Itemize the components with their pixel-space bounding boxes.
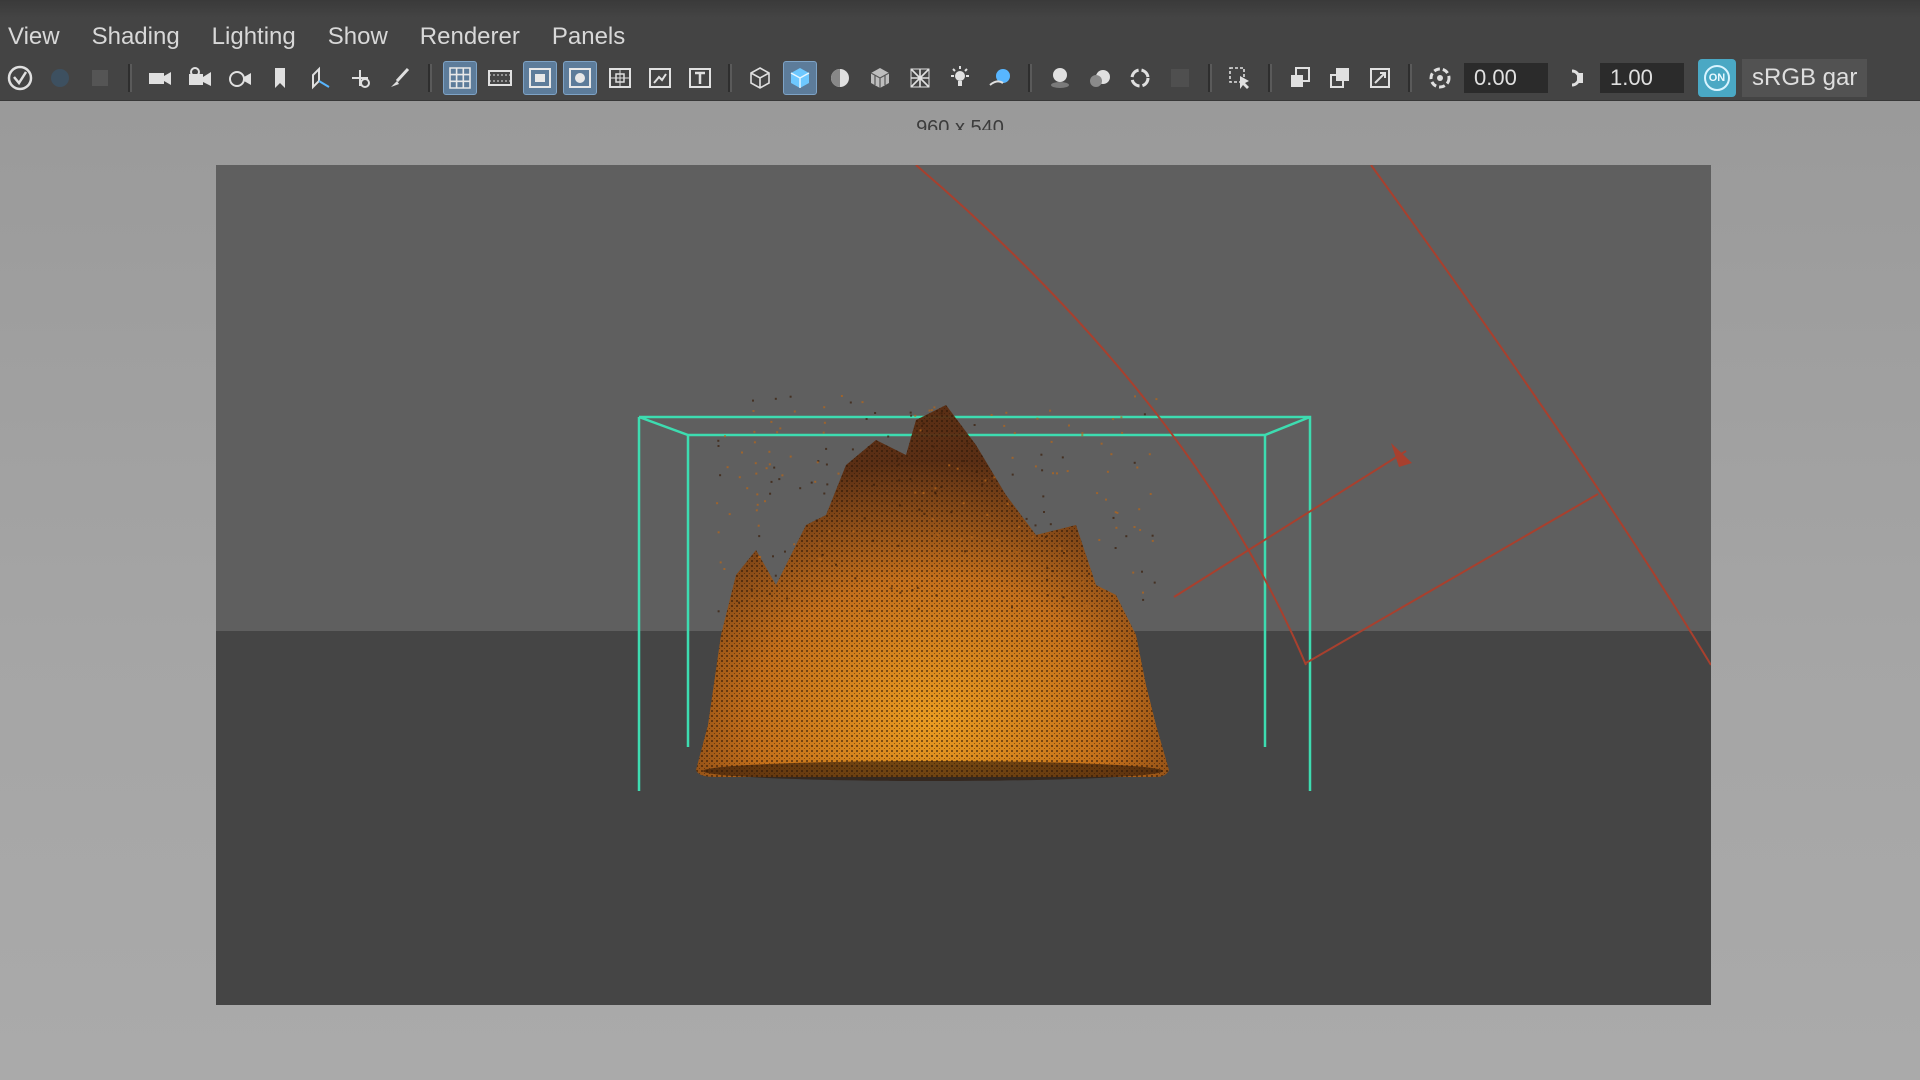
menu-lighting[interactable]: Lighting [204, 18, 312, 56]
isolate-select-icon[interactable] [1223, 61, 1257, 95]
safe-action-icon[interactable] [643, 61, 677, 95]
gamma-field[interactable]: 1.00 [1600, 63, 1684, 93]
panel-toolbar: 0.00 1.00 ON sRGB gar [0, 56, 1920, 101]
resolution-gate-view[interactable] [216, 165, 1711, 1005]
resolution-gate-icon[interactable] [523, 61, 557, 95]
wireframe-on-shaded-icon[interactable] [863, 61, 897, 95]
camera-attributes-icon[interactable] [183, 61, 217, 95]
field-chart-icon[interactable] [603, 61, 637, 95]
panel-title-strip [0, 0, 1920, 19]
menu-show[interactable]: Show [320, 18, 404, 56]
screen-space-ao-icon[interactable] [1043, 61, 1077, 95]
menu-shading[interactable]: Shading [84, 18, 196, 56]
use-default-material-icon[interactable] [823, 61, 857, 95]
motion-blur-icon[interactable] [1083, 61, 1117, 95]
panel-menubar: View Shading Lighting Show Renderer Pane… [0, 18, 1920, 56]
gate-mask-icon[interactable] [563, 61, 597, 95]
bookmark-icon[interactable] [263, 61, 297, 95]
anti-aliasing-icon[interactable] [1123, 61, 1157, 95]
xray-active-components-icon[interactable] [1323, 61, 1357, 95]
toolbar-separator [1268, 64, 1272, 92]
paint-brush-icon[interactable] [383, 61, 417, 95]
gamma-icon[interactable] [1559, 61, 1593, 95]
exposure-field[interactable]: 0.00 [1464, 63, 1548, 93]
resolution-label: 960 x 540 [916, 117, 1004, 130]
toolbar-separator [128, 64, 132, 92]
color-management-toggle[interactable]: ON [1698, 59, 1736, 97]
color-management-badge: ON [1704, 65, 1730, 91]
toolbar-separator [1208, 64, 1212, 92]
camera-icon[interactable] [143, 61, 177, 95]
safe-title-icon[interactable] [683, 61, 717, 95]
select-camera-icon[interactable] [3, 61, 37, 95]
exposure-icon[interactable] [1423, 61, 1457, 95]
smooth-shade-icon[interactable] [783, 61, 817, 95]
view-transform-dropdown[interactable]: sRGB gar [1742, 59, 1868, 97]
menu-view[interactable]: View [0, 18, 76, 56]
image-plane-icon[interactable] [223, 61, 257, 95]
film-gate-icon[interactable] [483, 61, 517, 95]
shadows-icon[interactable] [983, 61, 1017, 95]
grid-icon[interactable] [443, 61, 477, 95]
depth-of-field-icon[interactable] [1163, 61, 1197, 95]
toolbar-separator [1408, 64, 1412, 92]
camera-bookmark-icon[interactable] [83, 61, 117, 95]
xray-joints-icon[interactable] [1363, 61, 1397, 95]
xray-icon[interactable] [1283, 61, 1317, 95]
toolbar-separator [728, 64, 732, 92]
scene-canvas [216, 165, 1711, 1005]
lock-camera-icon[interactable] [43, 61, 77, 95]
grease-pencil-icon[interactable] [343, 61, 377, 95]
2d-pan-zoom-icon[interactable] [303, 61, 337, 95]
toolbar-separator [428, 64, 432, 92]
textured-icon[interactable] [903, 61, 937, 95]
wireframe-icon[interactable] [743, 61, 777, 95]
use-all-lights-icon[interactable] [943, 61, 977, 95]
menu-renderer[interactable]: Renderer [412, 18, 536, 56]
menu-panels[interactable]: Panels [544, 18, 641, 56]
toolbar-separator [1028, 64, 1032, 92]
